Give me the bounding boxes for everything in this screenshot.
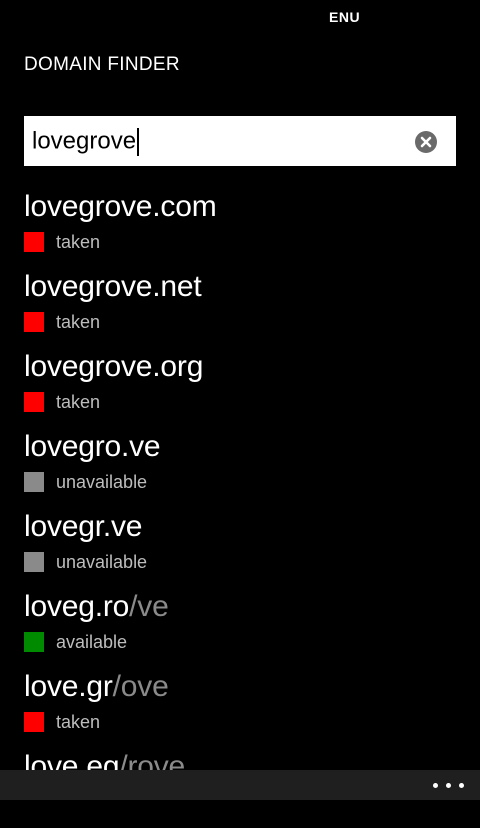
dot xyxy=(446,783,451,788)
list-item[interactable]: love.gr/ove taken xyxy=(24,668,464,748)
status-swatch xyxy=(24,312,44,332)
domain-results-list: lovegrove.com taken lovegrove.net taken … xyxy=(24,188,464,828)
status-label: taken xyxy=(56,312,101,332)
status-label: taken xyxy=(56,712,101,732)
domain-name: lovegrove.com xyxy=(24,190,217,223)
list-item[interactable]: lovegrove.org taken xyxy=(24,348,464,428)
domain-name: lovegrove.net xyxy=(24,270,202,303)
dot xyxy=(433,783,438,788)
status-swatch xyxy=(24,472,44,492)
list-item[interactable]: loveg.ro/ve available xyxy=(24,588,464,668)
list-item[interactable]: lovegro.ve unavailable xyxy=(24,428,464,508)
language-indicator: ENU xyxy=(329,9,361,25)
search-input[interactable]: lovegrove xyxy=(24,116,456,166)
status-label: available xyxy=(56,632,128,652)
search-text: lovegrove xyxy=(32,127,137,155)
text-caret xyxy=(137,128,140,156)
status-label: unavailable xyxy=(56,552,148,572)
status-swatch xyxy=(24,552,44,572)
status-label: taken xyxy=(56,232,101,252)
status-swatch xyxy=(24,392,44,412)
status-swatch xyxy=(24,712,44,732)
close-circle-icon[interactable] xyxy=(415,131,437,153)
status-swatch xyxy=(24,232,44,252)
ellipsis-icon[interactable] xyxy=(432,779,466,791)
domain-name: love.gr/ove xyxy=(24,670,169,703)
status-swatch xyxy=(24,632,44,652)
status-label: unavailable xyxy=(56,472,148,492)
domain-name: loveg.ro/ve xyxy=(24,590,169,623)
list-item[interactable]: lovegrove.com taken xyxy=(24,188,464,268)
domain-name: lovegro.ve xyxy=(24,430,161,463)
domain-name: lovegr.ve xyxy=(24,510,143,543)
status-bar: ENU xyxy=(0,0,480,32)
app-bar xyxy=(0,770,480,800)
list-item[interactable]: lovegrove.net taken xyxy=(24,268,464,348)
status-label: taken xyxy=(56,392,101,412)
domain-name: lovegrove.org xyxy=(24,350,204,383)
dot xyxy=(459,783,464,788)
list-item[interactable]: lovegr.ve unavailable xyxy=(24,508,464,588)
app-title: DOMAIN FINDER xyxy=(24,54,180,75)
search-input-value: lovegrove xyxy=(32,127,140,156)
